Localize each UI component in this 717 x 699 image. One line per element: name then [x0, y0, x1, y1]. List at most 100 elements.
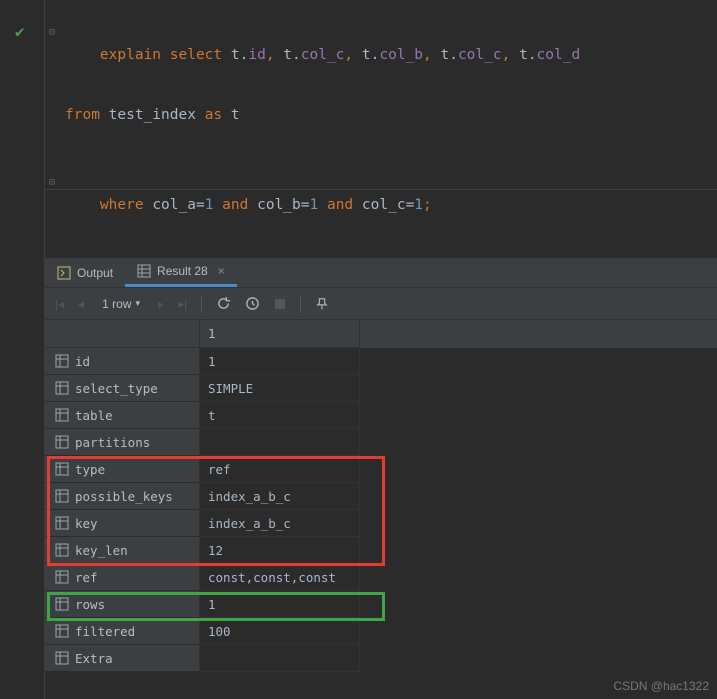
result-grid: 1 id1select_typeSIMPLEtabletpartitionsty… — [45, 320, 717, 672]
row-header: filtered — [45, 618, 200, 645]
watermark: CSDN @hac1322 — [613, 679, 709, 693]
tab-result[interactable]: Result 28 × — [125, 258, 237, 287]
cell-value[interactable]: 1 — [200, 348, 360, 375]
cell-value[interactable]: t — [200, 402, 360, 429]
column-icon — [55, 624, 69, 638]
row-header: ref — [45, 564, 200, 591]
table-row[interactable]: partitions — [45, 429, 717, 456]
row-header: id — [45, 348, 200, 375]
refresh-button[interactable] — [216, 296, 231, 311]
row-header: possible_keys — [45, 483, 200, 510]
field-name: rows — [75, 597, 105, 612]
next-page-button[interactable]: ▸ — [158, 297, 164, 311]
table-icon — [137, 264, 151, 278]
tab-label: Result 28 — [157, 264, 208, 278]
column: id — [248, 47, 265, 63]
pin-button[interactable] — [315, 297, 329, 311]
table-row[interactable]: key index_a_b_c — [45, 510, 717, 537]
cell-value[interactable]: index_a_b_c — [200, 510, 360, 537]
row-header: partitions — [45, 429, 200, 456]
column-icon — [55, 516, 69, 530]
fold-icon: ⊟ — [49, 168, 55, 198]
field-name: partitions — [75, 435, 150, 450]
column-icon — [55, 597, 69, 611]
column-icon — [55, 570, 69, 584]
row-header: table — [45, 402, 200, 429]
cell-value[interactable]: 1 — [200, 591, 360, 618]
row-header: key_len — [45, 537, 200, 564]
row-header: select_type — [45, 375, 200, 402]
cell-value[interactable] — [200, 429, 360, 456]
field-name: filtered — [75, 624, 135, 639]
cell-value[interactable]: index_a_b_c — [200, 483, 360, 510]
prev-page-button[interactable]: ◂ — [78, 297, 84, 311]
cell-value[interactable]: ref — [200, 456, 360, 483]
field-name: Extra — [75, 651, 113, 666]
cell-value[interactable]: const,const,const — [200, 564, 360, 591]
first-page-button[interactable]: |◂ — [55, 297, 64, 311]
cell-value[interactable]: 12 — [200, 537, 360, 564]
row-header: key — [45, 510, 200, 537]
field-name: possible_keys — [75, 489, 173, 504]
check-icon: ✔ — [15, 22, 25, 41]
results-pane: Output Result 28 × |◂ ◂ 1 row ▾ ▸ ▸| — [44, 190, 717, 699]
field-name: type — [75, 462, 105, 477]
keyword-from: from — [65, 107, 100, 123]
output-icon — [57, 266, 71, 280]
column-icon — [55, 408, 69, 422]
results-toolbar: |◂ ◂ 1 row ▾ ▸ ▸| — [45, 288, 717, 320]
table-row[interactable]: refconst,const,const — [45, 564, 717, 591]
code-line: ⊟explain select t.id, t.col_c, t.col_b, … — [45, 10, 717, 100]
column-icon — [55, 435, 69, 449]
fold-icon: ⊟ — [49, 18, 55, 48]
row-count-label: 1 row — [102, 297, 131, 311]
schedule-icon[interactable] — [245, 296, 260, 311]
alias: t — [231, 107, 240, 123]
row-header: Extra — [45, 645, 200, 672]
cell-value[interactable]: SIMPLE — [200, 375, 360, 402]
sql-editor[interactable]: ✔ ⊟explain select t.id, t.col_c, t.col_b… — [44, 0, 717, 190]
row-header: type — [45, 456, 200, 483]
table-row[interactable]: type ref — [45, 456, 717, 483]
close-icon[interactable]: × — [218, 264, 225, 278]
table-row[interactable]: id 1 — [45, 348, 717, 375]
keyword-where: where — [100, 197, 144, 213]
table-row[interactable]: key_len 12 — [45, 537, 717, 564]
code-line: ⊟where col_a=1 and col_b=1 and col_c=1; — [45, 160, 717, 250]
table-name: test_index — [109, 107, 196, 123]
cell-value[interactable]: 100 — [200, 618, 360, 645]
column-icon — [55, 354, 69, 368]
table-row[interactable]: possible_keys index_a_b_c — [45, 483, 717, 510]
keyword-as: as — [205, 107, 222, 123]
corner-cell — [45, 320, 200, 348]
row-header: rows — [45, 591, 200, 618]
divider — [300, 295, 301, 313]
tab-output[interactable]: Output — [45, 258, 125, 287]
field-name: key_len — [75, 543, 128, 558]
table-row[interactable]: select_typeSIMPLE — [45, 375, 717, 402]
column-icon — [55, 651, 69, 665]
keyword-explain: explain — [100, 47, 161, 63]
last-page-button[interactable]: ▸| — [178, 297, 187, 311]
code-line: from test_index as t — [45, 100, 717, 160]
grid-header: 1 — [45, 320, 717, 348]
column-icon — [55, 489, 69, 503]
alias: t — [231, 47, 240, 63]
row-count[interactable]: 1 row ▾ — [98, 297, 144, 311]
field-name: id — [75, 354, 90, 369]
table-row[interactable]: rows 1 — [45, 591, 717, 618]
field-name: table — [75, 408, 113, 423]
table-row[interactable]: filtered 100 — [45, 618, 717, 645]
stop-button[interactable] — [274, 298, 286, 310]
divider — [201, 295, 202, 313]
table-row[interactable]: table t — [45, 402, 717, 429]
table-row[interactable]: Extra — [45, 645, 717, 672]
column-icon — [55, 381, 69, 395]
cell-value[interactable] — [200, 645, 360, 672]
tab-label: Output — [77, 266, 113, 280]
column-icon — [55, 543, 69, 557]
keyword-select: select — [170, 47, 222, 63]
column-header[interactable]: 1 — [200, 320, 360, 348]
column-icon — [55, 462, 69, 476]
field-name: key — [75, 516, 98, 531]
